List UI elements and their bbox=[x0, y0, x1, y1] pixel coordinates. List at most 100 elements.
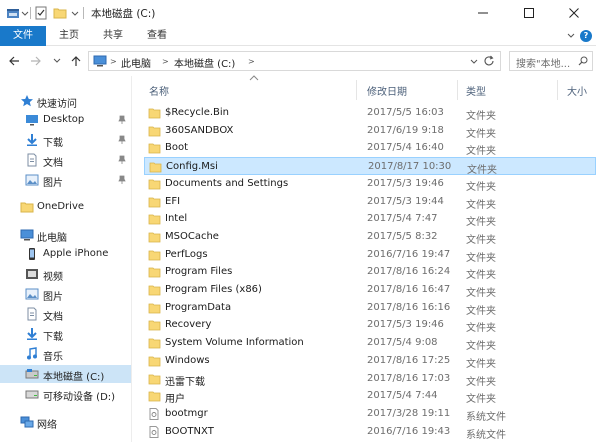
address-bar[interactable]: > 此电脑 > 本地磁盘 (C:) > bbox=[88, 51, 501, 71]
forward-button[interactable] bbox=[29, 53, 43, 69]
file-date: 2017/5/4 16:40 bbox=[367, 142, 444, 154]
nav-item[interactable]: 文档 bbox=[0, 151, 131, 169]
up-button[interactable] bbox=[69, 53, 83, 69]
system-file-icon bbox=[148, 407, 161, 423]
file-row[interactable]: $Recycle.Bin 2017/5/5 16:03 文件夹 bbox=[144, 104, 596, 122]
file-row[interactable]: Config.Msi 2017/8/17 10:30 文件夹 bbox=[144, 157, 596, 176]
file-row[interactable]: Intel 2017/5/4 7:47 文件夹 bbox=[144, 210, 596, 228]
column-size[interactable]: 大小 bbox=[567, 83, 587, 98]
file-date: 2017/5/3 19:46 bbox=[367, 177, 444, 189]
file-row[interactable]: MSOCache 2017/5/5 8:32 文件夹 bbox=[144, 228, 596, 246]
file-name: 迅雷下载 bbox=[165, 376, 205, 388]
refresh-icon[interactable] bbox=[483, 55, 495, 70]
file-row[interactable]: 迅雷下载 2017/8/16 17:03 文件夹 bbox=[144, 370, 596, 388]
file-row[interactable]: ProgramData 2017/8/16 16:16 文件夹 bbox=[144, 299, 596, 317]
folder-icon bbox=[148, 196, 161, 211]
computer-icon bbox=[20, 228, 34, 245]
desktop-icon bbox=[25, 113, 39, 130]
search-input[interactable]: 搜索"本地... bbox=[509, 51, 593, 71]
file-row[interactable]: bootmgr 2017/3/28 19:11 系统文件 bbox=[144, 405, 596, 423]
breadcrumb-separator-icon[interactable]: > bbox=[248, 57, 255, 66]
file-row[interactable]: 用户 2017/5/4 7:44 文件夹 bbox=[144, 387, 596, 405]
file-row[interactable]: Documents and Settings 2017/5/3 19:46 文件夹 bbox=[144, 175, 596, 193]
nav-item[interactable]: 下载 bbox=[0, 325, 131, 343]
folder-icon bbox=[148, 284, 161, 299]
tab-view[interactable]: 查看 bbox=[140, 26, 174, 46]
help-icon[interactable]: ? bbox=[580, 30, 592, 42]
ribbon-expand-icon[interactable] bbox=[566, 31, 576, 44]
recent-locations-dropdown[interactable] bbox=[50, 53, 64, 69]
file-row[interactable]: BOOTNXT 2016/7/16 19:43 系统文件 bbox=[144, 423, 596, 441]
pin-icon[interactable] bbox=[118, 135, 126, 148]
qat-dropdown-icon[interactable] bbox=[21, 6, 29, 20]
nav-item[interactable]: Desktop bbox=[0, 111, 131, 129]
document-icon bbox=[25, 153, 39, 170]
folder-icon bbox=[148, 355, 161, 370]
nav-quick-access[interactable]: 快速访问 bbox=[0, 92, 131, 110]
computer-icon bbox=[93, 55, 107, 70]
file-row[interactable]: System Volume Information 2017/5/4 9:08 文件… bbox=[144, 334, 596, 352]
properties-icon[interactable] bbox=[34, 6, 48, 20]
breadcrumb-separator-icon[interactable]: > bbox=[110, 57, 117, 66]
nav-item[interactable]: 图片 bbox=[0, 285, 131, 303]
explorer-app-icon[interactable] bbox=[6, 6, 20, 20]
file-row[interactable]: Program Files 2017/8/16 16:24 文件夹 bbox=[144, 263, 596, 281]
file-row[interactable]: Program Files (x86) 2017/8/16 16:47 文件夹 bbox=[144, 281, 596, 299]
qat-customize-icon[interactable] bbox=[70, 6, 80, 20]
column-type[interactable]: 类型 bbox=[466, 83, 486, 98]
nav-label: 图片 bbox=[43, 292, 63, 303]
nav-item[interactable]: 本地磁盘 (C:) bbox=[0, 365, 131, 383]
file-type: 文件夹 bbox=[466, 323, 496, 335]
nav-this-pc[interactable]: 此电脑 bbox=[0, 226, 131, 244]
close-button[interactable] bbox=[551, 0, 596, 26]
tab-home[interactable]: 主页 bbox=[52, 26, 86, 46]
file-row[interactable]: 360SANDBOX 2017/6/19 9:18 文件夹 bbox=[144, 122, 596, 140]
nav-label: 此电脑 bbox=[37, 233, 67, 244]
nav-network[interactable]: 网络 bbox=[0, 413, 131, 431]
file-row[interactable]: Boot 2017/5/4 16:40 文件夹 bbox=[144, 139, 596, 157]
tab-share[interactable]: 共享 bbox=[96, 26, 130, 46]
column-date-modified[interactable]: 修改日期 bbox=[367, 83, 407, 98]
pin-icon[interactable] bbox=[118, 155, 126, 168]
file-row[interactable]: Recovery 2017/5/3 19:46 文件夹 bbox=[144, 316, 596, 334]
pin-icon[interactable] bbox=[118, 175, 126, 188]
nav-item[interactable]: 下载 bbox=[0, 131, 131, 149]
file-type: 文件夹 bbox=[466, 146, 496, 158]
address-history-dropdown-icon[interactable] bbox=[470, 58, 478, 69]
column-name[interactable]: 名称 bbox=[149, 83, 169, 98]
breadcrumb-local-disk[interactable]: 本地磁盘 (C:) bbox=[174, 55, 235, 70]
folder-icon bbox=[148, 249, 161, 264]
folder-icon bbox=[148, 390, 161, 405]
nav-item[interactable]: Apple iPhone bbox=[0, 245, 131, 263]
file-type: 系统文件 bbox=[466, 411, 506, 423]
maximize-button[interactable] bbox=[506, 0, 551, 26]
nav-onedrive[interactable]: OneDrive bbox=[0, 198, 131, 216]
file-type: 文件夹 bbox=[466, 305, 496, 317]
breadcrumb-separator-icon[interactable]: > bbox=[162, 57, 169, 66]
file-name: EFI bbox=[165, 195, 181, 207]
search-placeholder: 搜索"本地... bbox=[516, 59, 571, 70]
nav-item[interactable]: 图片 bbox=[0, 171, 131, 189]
file-type: 文件夹 bbox=[466, 288, 496, 299]
nav-item[interactable]: 文档 bbox=[0, 305, 131, 323]
nav-label: Apple iPhone bbox=[43, 248, 109, 259]
folder-icon bbox=[20, 200, 34, 217]
search-icon[interactable] bbox=[578, 56, 588, 69]
file-row[interactable]: Windows 2017/8/16 17:25 文件夹 bbox=[144, 352, 596, 370]
nav-item[interactable]: 音乐 bbox=[0, 345, 131, 363]
file-type: 文件夹 bbox=[466, 394, 496, 406]
nav-item[interactable]: 视频 bbox=[0, 265, 131, 283]
minimize-button[interactable] bbox=[460, 0, 505, 26]
pin-icon[interactable] bbox=[118, 115, 126, 128]
back-button[interactable] bbox=[7, 53, 21, 69]
download-icon bbox=[25, 327, 39, 344]
tab-file[interactable]: 文件 bbox=[0, 26, 46, 46]
file-row[interactable]: PerfLogs 2016/7/16 19:47 文件夹 bbox=[144, 246, 596, 264]
nav-label: OneDrive bbox=[37, 201, 85, 212]
file-row[interactable]: EFI 2017/5/3 19:44 文件夹 bbox=[144, 193, 596, 211]
breadcrumb-this-pc[interactable]: 此电脑 bbox=[121, 55, 151, 70]
nav-label: 音乐 bbox=[43, 352, 63, 363]
new-folder-icon[interactable] bbox=[53, 6, 67, 20]
phone-icon bbox=[25, 247, 39, 264]
nav-item[interactable]: 可移动设备 (D:) bbox=[0, 385, 131, 403]
